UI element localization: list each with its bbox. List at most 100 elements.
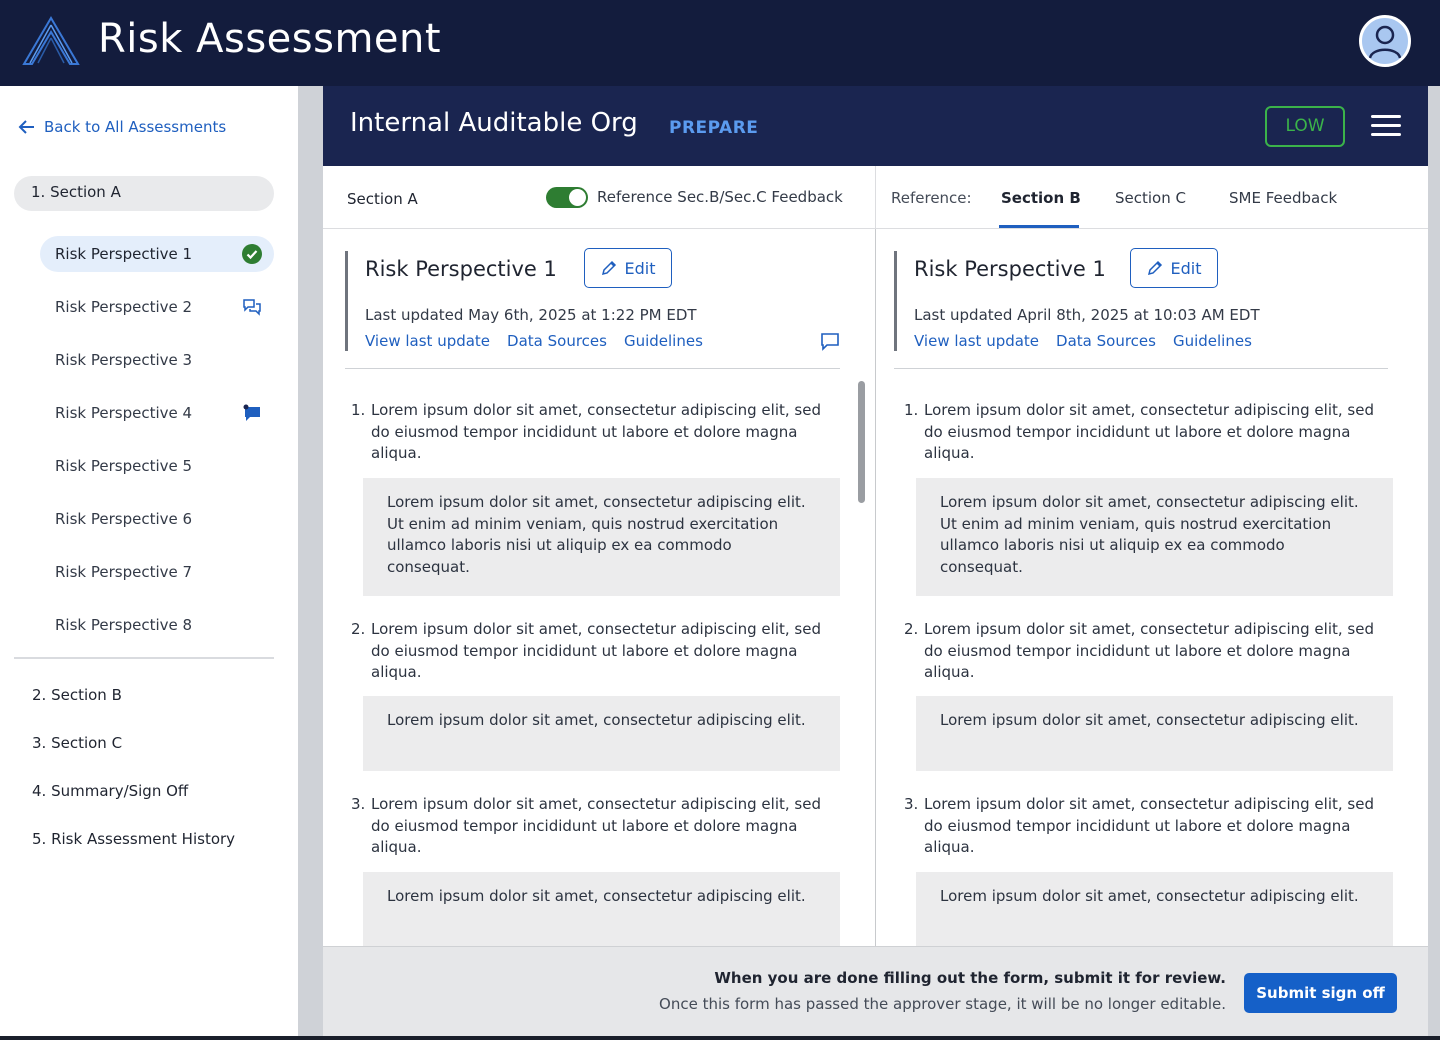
sidebar-item-label: Risk Perspective 6 bbox=[55, 510, 193, 528]
question-number: 2. bbox=[904, 620, 919, 638]
left-edit-button[interactable]: Edit bbox=[584, 248, 672, 288]
comment-filled-icon bbox=[243, 404, 260, 421]
sidebar-item-risk-perspective-7[interactable]: Risk Perspective 7 bbox=[40, 554, 274, 590]
app-logo-icon bbox=[22, 16, 80, 65]
sidebar-section-c[interactable]: 3. Section C bbox=[32, 734, 122, 752]
tab-section-b[interactable]: Section B bbox=[1001, 189, 1081, 207]
data-sources-link[interactable]: Data Sources bbox=[507, 332, 607, 350]
sidebar-item-risk-perspective-6[interactable]: Risk Perspective 6 bbox=[40, 501, 274, 537]
comment-icon[interactable] bbox=[820, 331, 840, 351]
question-text: Lorem ipsum dolor sit amet, consectetur … bbox=[924, 401, 1374, 462]
pencil-icon bbox=[601, 260, 616, 276]
question-text: Lorem ipsum dolor sit amet, consectetur … bbox=[371, 401, 821, 462]
edit-label: Edit bbox=[1170, 258, 1202, 278]
question-text: Lorem ipsum dolor sit amet, consectetur … bbox=[924, 620, 1374, 681]
question-number: 1. bbox=[904, 401, 919, 419]
org-name: Internal Auditable Org bbox=[350, 108, 638, 138]
data-sources-link[interactable]: Data Sources bbox=[1056, 332, 1156, 350]
user-avatar[interactable] bbox=[1359, 15, 1411, 67]
right-panel-title: Risk Perspective 1 bbox=[914, 257, 1106, 281]
answer-3: Lorem ipsum dolor sit amet, consectetur … bbox=[363, 872, 840, 946]
left-panel: Risk Perspective 1 Edit Last updated May… bbox=[323, 229, 875, 946]
top-bar: Risk Assessment bbox=[0, 0, 1440, 86]
sidebar-item-risk-perspective-2[interactable]: Risk Perspective 2 bbox=[40, 289, 274, 325]
left-last-updated: Last updated May 6th, 2025 at 1:22 PM ED… bbox=[365, 306, 697, 324]
reference-label: Reference: bbox=[891, 189, 972, 207]
sidebar-item-risk-perspective-5[interactable]: Risk Perspective 5 bbox=[40, 448, 274, 484]
back-link-label: Back to All Assessments bbox=[44, 118, 227, 136]
bottom-edge bbox=[0, 1036, 1440, 1040]
answer-1: Lorem ipsum dolor sit amet, consectetur … bbox=[916, 478, 1393, 596]
question-number: 3. bbox=[351, 795, 366, 813]
footer-note: Once this form has passed the approver s… bbox=[659, 995, 1226, 1013]
submit-sign-off-button[interactable]: Submit sign off bbox=[1244, 973, 1397, 1013]
view-last-update-link[interactable]: View last update bbox=[365, 332, 490, 350]
sidebar-item-label: Risk Perspective 2 bbox=[55, 298, 193, 316]
right-edge bbox=[1428, 86, 1440, 1040]
sidebar-item-risk-perspective-8[interactable]: Risk Perspective 8 bbox=[40, 607, 274, 643]
right-edit-button[interactable]: Edit bbox=[1130, 248, 1218, 288]
guidelines-link[interactable]: Guidelines bbox=[624, 332, 703, 350]
sidebar-summary-sign-off[interactable]: 4. Summary/Sign Off bbox=[32, 782, 188, 800]
sidebar-item-risk-perspective-1[interactable]: Risk Perspective 1 bbox=[40, 236, 274, 272]
question-number: 2. bbox=[351, 620, 366, 638]
app-title: Risk Assessment bbox=[98, 16, 442, 62]
risk-level-badge: LOW bbox=[1265, 106, 1345, 147]
active-tab-underline bbox=[999, 225, 1079, 228]
sidebar-risk-assessment-history[interactable]: 5. Risk Assessment History bbox=[32, 830, 235, 848]
tab-section-c[interactable]: Section C bbox=[1115, 189, 1186, 207]
toggle-knob bbox=[569, 189, 586, 206]
left-section-label: Section A bbox=[347, 190, 418, 208]
header-rule bbox=[894, 368, 1388, 369]
left-panel-header: Risk Perspective 1 Edit Last updated May… bbox=[345, 248, 840, 351]
question-3: 3. Lorem ipsum dolor sit amet, consectet… bbox=[351, 794, 821, 859]
sidebar-item-risk-perspective-4[interactable]: Risk Perspective 4 bbox=[40, 395, 274, 431]
sidebar-section-b[interactable]: 2. Section B bbox=[32, 686, 122, 704]
stage-label: PREPARE bbox=[669, 118, 759, 138]
sidebar-item-label: Risk Perspective 8 bbox=[55, 616, 193, 634]
answer-2: Lorem ipsum dolor sit amet, consectetur … bbox=[363, 696, 840, 771]
question-3: 3. Lorem ipsum dolor sit amet, consectet… bbox=[904, 794, 1374, 859]
tab-sme-feedback[interactable]: SME Feedback bbox=[1229, 189, 1337, 207]
question-2: 2. Lorem ipsum dolor sit amet, consectet… bbox=[351, 619, 821, 684]
user-icon bbox=[1368, 25, 1402, 59]
footer-instruction: When you are done filling out the form, … bbox=[714, 969, 1226, 987]
comments-outline-icon bbox=[243, 299, 261, 316]
view-last-update-link[interactable]: View last update bbox=[914, 332, 1039, 350]
right-last-updated: Last updated April 8th, 2025 at 10:03 AM… bbox=[914, 306, 1260, 324]
question-1: 1. Lorem ipsum dolor sit amet, consectet… bbox=[904, 400, 1374, 465]
right-links: View last update Data Sources Guidelines bbox=[914, 332, 1252, 350]
left-panel-title: Risk Perspective 1 bbox=[365, 257, 557, 281]
reference-feedback-toggle[interactable] bbox=[546, 187, 588, 208]
header-rule bbox=[345, 368, 840, 369]
question-number: 1. bbox=[351, 401, 366, 419]
footer-bar: When you are done filling out the form, … bbox=[323, 946, 1428, 1038]
question-2: 2. Lorem ipsum dolor sit amet, consectet… bbox=[904, 619, 1374, 684]
content-area: Risk Perspective 1 Edit Last updated May… bbox=[323, 229, 1428, 946]
pencil-icon bbox=[1147, 260, 1162, 276]
sidebar-item-label: Risk Perspective 7 bbox=[55, 563, 193, 581]
question-text: Lorem ipsum dolor sit amet, consectetur … bbox=[371, 620, 821, 681]
sidebar-item-label: Risk Perspective 5 bbox=[55, 457, 193, 475]
question-1: 1. Lorem ipsum dolor sit amet, consectet… bbox=[351, 400, 821, 465]
right-panel-header: Risk Perspective 1 Edit Last updated Apr… bbox=[894, 248, 1389, 351]
sidebar-gutter bbox=[298, 86, 323, 1040]
guidelines-link[interactable]: Guidelines bbox=[1173, 332, 1252, 350]
column-divider bbox=[875, 166, 876, 229]
sidebar-divider bbox=[14, 657, 274, 659]
right-panel: Risk Perspective 1 Edit Last updated Apr… bbox=[876, 229, 1428, 946]
left-links: View last update Data Sources Guidelines bbox=[365, 332, 703, 350]
back-to-assessments-link[interactable]: Back to All Assessments bbox=[18, 118, 226, 136]
sidebar-item-label: Risk Perspective 1 bbox=[55, 245, 193, 263]
question-text: Lorem ipsum dolor sit amet, consectetur … bbox=[371, 795, 821, 856]
answer-1: Lorem ipsum dolor sit amet, consectetur … bbox=[363, 478, 840, 596]
complete-check-icon bbox=[242, 244, 262, 264]
left-scrollbar[interactable] bbox=[858, 381, 865, 503]
edit-label: Edit bbox=[624, 258, 656, 278]
answer-2: Lorem ipsum dolor sit amet, consectetur … bbox=[916, 696, 1393, 771]
hamburger-menu-icon[interactable] bbox=[1371, 115, 1401, 139]
question-text: Lorem ipsum dolor sit amet, consectetur … bbox=[924, 795, 1374, 856]
sidebar-section-a[interactable]: 1. Section A bbox=[14, 176, 274, 211]
tab-strip: Section A Reference Sec.B/Sec.C Feedback… bbox=[323, 166, 1428, 229]
sidebar-item-risk-perspective-3[interactable]: Risk Perspective 3 bbox=[40, 342, 274, 378]
